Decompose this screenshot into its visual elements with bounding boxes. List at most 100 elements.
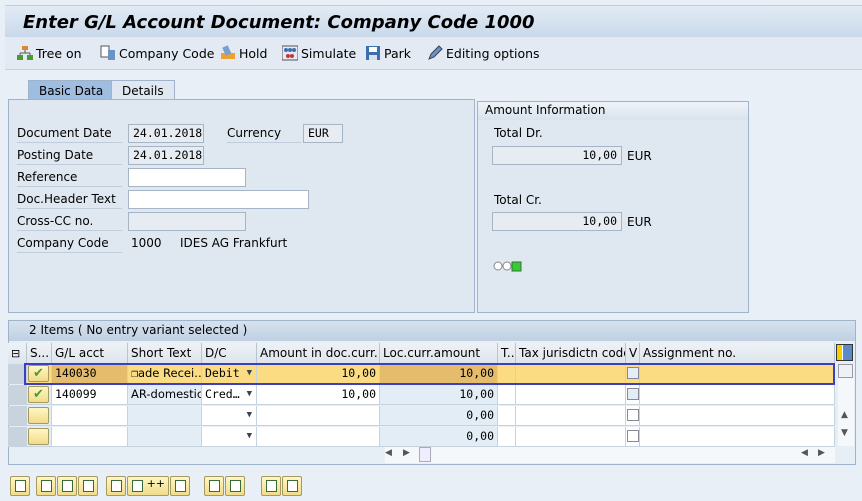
cell-amount-doc-curr[interactable] (257, 427, 380, 447)
details-button[interactable] (10, 476, 30, 496)
posting-date-label: Posting Date (17, 147, 122, 165)
row-selector[interactable] (8, 427, 27, 447)
scroll-thumb[interactable] (419, 447, 431, 462)
filter-button[interactable] (282, 476, 302, 496)
cell-status[interactable]: ✔ (27, 385, 52, 405)
editing-options-button[interactable]: Editing options (427, 45, 540, 61)
company-code-button[interactable]: Company Code (100, 45, 214, 61)
cell-tax-jurisdiction[interactable] (516, 385, 626, 405)
insert-row-button[interactable] (106, 476, 126, 496)
row-selector[interactable] (8, 385, 27, 405)
amount-loc-curr-value: 0,00 (466, 408, 494, 422)
deselect-button[interactable] (78, 476, 98, 496)
copy-row-button[interactable] (204, 476, 224, 496)
posting-date-field[interactable]: 24.01.2018 (128, 146, 204, 165)
scroll-left-end-icon[interactable]: ◀ (801, 448, 808, 458)
amount-loc-curr-value: 10,00 (459, 387, 494, 401)
company-name: IDES AG Frankfurt (180, 236, 288, 250)
column-header-short-text[interactable]: Short Text (128, 343, 202, 364)
cell-assignment[interactable] (640, 385, 835, 405)
cell-amount-loc-curr[interactable]: 0,00 (380, 406, 498, 426)
column-header-gl-account[interactable]: G/L acct (52, 343, 128, 364)
cell-amount-loc-curr[interactable]: 0,00 (380, 427, 498, 447)
sort-ascending-button[interactable] (261, 476, 281, 496)
tree-on-button[interactable]: Tree on (17, 45, 82, 61)
cell-debit-credit[interactable]: ▼ (202, 427, 257, 447)
cell-gl-account[interactable]: 140099 (52, 385, 128, 405)
cell-assignment[interactable] (640, 406, 835, 426)
cell-amount-doc-curr[interactable] (257, 406, 380, 426)
tab-basic-data[interactable]: Basic Data (28, 80, 115, 100)
cross-cc-label: Cross-CC no. (17, 213, 122, 231)
cell-gl-account[interactable] (52, 427, 128, 447)
select-block-button[interactable] (36, 476, 56, 496)
column-header-amount-loc-curr[interactable]: Loc.curr.amount (380, 343, 498, 364)
paste-row-button[interactable] (225, 476, 245, 496)
checkbox[interactable] (627, 388, 639, 400)
dropdown-arrow-icon[interactable]: ▼ (247, 406, 252, 425)
header-text-field[interactable] (128, 190, 309, 209)
reference-field[interactable] (128, 168, 246, 187)
scroll-left-icon[interactable]: ◀ (385, 448, 392, 458)
dropdown-arrow-icon[interactable]: ▼ (247, 427, 252, 446)
select-block-2-button[interactable] (57, 476, 77, 496)
debit-credit-value: Cred… (205, 387, 240, 401)
column-header-select-all[interactable]: ⊟ (8, 343, 27, 364)
cross-cc-field[interactable] (128, 212, 246, 231)
document-date-field[interactable]: 24.01.2018 (128, 124, 204, 143)
horizontal-scrollbar[interactable]: ◀ ▶ ◀ ▶ (385, 447, 835, 463)
cell-tax-jurisdiction[interactable] (516, 427, 626, 447)
cell-short-text[interactable] (128, 406, 202, 426)
cell-gl-account[interactable] (52, 406, 128, 426)
column-header-tax-jurisdiction[interactable]: Tax jurisdictn code (516, 343, 626, 364)
row-selector[interactable] (8, 406, 27, 426)
cell-status[interactable] (27, 406, 52, 426)
simulate-button[interactable]: Simulate (281, 45, 356, 61)
insert-row-icon (111, 480, 122, 492)
checkbox[interactable] (627, 409, 639, 421)
currency-field[interactable]: EUR (303, 124, 343, 143)
cell-tax-code[interactable] (498, 427, 516, 447)
dropdown-arrow-icon[interactable]: ▼ (247, 385, 252, 404)
park-button[interactable]: Park (365, 45, 411, 61)
cell-v-flag[interactable] (626, 385, 640, 405)
cell-amount-doc-curr[interactable]: 10,00 (257, 385, 380, 405)
hold-button[interactable]: Hold (220, 45, 267, 61)
cell-assignment[interactable] (640, 427, 835, 447)
cell-debit-credit[interactable]: ▼ (202, 406, 257, 426)
cell-short-text[interactable]: AR-domestic… (128, 385, 202, 405)
scroll-right-icon[interactable]: ▶ (403, 448, 410, 458)
page-title: Enter G/L Account Document: Company Code… (23, 12, 535, 33)
cell-short-text[interactable] (128, 427, 202, 447)
column-header-tax-code[interactable]: T.. (498, 343, 516, 364)
scroll-thumb-vertical[interactable] (838, 364, 853, 378)
filter-icon (287, 480, 298, 492)
column-header-assignment[interactable]: Assignment no. (640, 343, 835, 364)
scroll-down-icon[interactable]: ▼ (841, 428, 848, 438)
company-code-icon (100, 45, 116, 61)
cell-tax-code[interactable] (498, 406, 516, 426)
delete-row-button[interactable] (170, 476, 190, 496)
cell-debit-credit[interactable]: Cred… ▼ (202, 385, 257, 405)
selected-row-highlight (24, 363, 835, 385)
column-header-debit-credit[interactable]: D/C (202, 343, 257, 364)
table-settings-icon[interactable] (836, 344, 853, 361)
insert-multiple-rows-button[interactable]: ++ (127, 476, 169, 496)
column-header-amount-doc-curr[interactable]: Amount in doc.curr. (257, 343, 380, 364)
tab-details[interactable]: Details (111, 80, 175, 100)
delete-row-icon (175, 480, 186, 492)
select-all-icon: ⊟ (11, 347, 21, 360)
cell-v-flag[interactable] (626, 427, 640, 447)
scroll-up-icon[interactable]: ▲ (841, 410, 848, 420)
vertical-scrollbar[interactable]: ▲ ▼ (838, 364, 854, 446)
header-text-label: Doc.Header Text (17, 191, 122, 209)
scroll-right-end-icon[interactable]: ▶ (818, 448, 825, 458)
cell-status[interactable] (27, 427, 52, 447)
cell-tax-code[interactable] (498, 385, 516, 405)
column-header-v-flag[interactable]: V (626, 343, 640, 364)
cell-v-flag[interactable] (626, 406, 640, 426)
cell-amount-loc-curr[interactable]: 10,00 (380, 385, 498, 405)
checkbox[interactable] (627, 430, 639, 442)
cell-tax-jurisdiction[interactable] (516, 406, 626, 426)
column-header-status[interactable]: S... (27, 343, 52, 364)
